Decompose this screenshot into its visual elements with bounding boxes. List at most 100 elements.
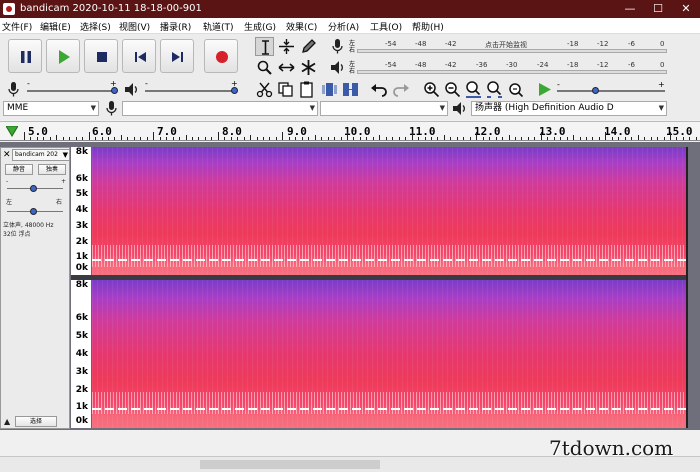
zoom-toggle-button[interactable] — [506, 80, 525, 99]
cut-button[interactable] — [255, 80, 274, 99]
menu-edit[interactable]: 编辑(E) — [40, 20, 71, 33]
playback-meter-button[interactable] — [328, 58, 347, 77]
track-name-menu[interactable]: bandicam 202 ▼ — [12, 149, 70, 161]
selection-tool[interactable] — [255, 37, 274, 56]
maximize-button[interactable]: ☐ — [644, 0, 672, 18]
ruler-tick — [682, 137, 684, 140]
fit-selection-button[interactable] — [464, 80, 483, 99]
monitor-hint[interactable]: 点击开始监视 — [485, 40, 527, 50]
draw-tool[interactable] — [299, 37, 318, 56]
stop-button[interactable] — [84, 39, 118, 73]
paste-button[interactable] — [297, 80, 316, 99]
ruler-tick — [49, 137, 51, 140]
spectrogram-right-channel[interactable] — [92, 280, 686, 428]
microphone-icon — [106, 101, 117, 116]
menu-effect[interactable]: 效果(C) — [286, 20, 317, 33]
mute-button[interactable]: 静音 — [5, 164, 33, 175]
undo-button[interactable] — [370, 80, 389, 99]
play-button[interactable] — [46, 39, 80, 73]
playback-meter[interactable]: -54 -48 -42 -36 -30 -24 -18 -12 -6 0 — [357, 60, 667, 76]
ruler-label: 9.0 — [287, 125, 307, 138]
multi-tool[interactable] — [299, 58, 318, 77]
ruler-tick — [482, 137, 484, 140]
ruler-tick — [411, 132, 413, 140]
ruler-tick — [250, 135, 252, 140]
menu-analyze[interactable]: 分析(A) — [328, 20, 359, 33]
silence-button[interactable] — [341, 80, 360, 99]
ruler-tick — [573, 135, 575, 140]
i-beam-icon — [262, 40, 269, 55]
gain-knob[interactable] — [30, 185, 37, 192]
ruler-tick — [179, 137, 181, 140]
select-track-button[interactable]: 选择 — [15, 416, 57, 427]
playhead-marker-icon[interactable] — [6, 126, 18, 137]
pause-button[interactable] — [8, 39, 42, 73]
title-bar: bandicam 2020-10-11 18-18-00-901 — ☐ ✕ — [0, 0, 700, 18]
collapse-track-icon[interactable]: ▲ — [4, 417, 10, 426]
skip-to-start-button[interactable] — [122, 39, 156, 73]
recording-channels-select[interactable]: ▼ — [320, 101, 448, 116]
menu-help[interactable]: 帮助(H) — [412, 20, 444, 33]
playback-volume-knob[interactable] — [231, 87, 238, 94]
menu-generate[interactable]: 生成(G) — [244, 20, 276, 33]
copy-button[interactable] — [276, 80, 295, 99]
spectrogram-left-channel[interactable] — [92, 147, 686, 275]
record-meter-button[interactable] — [328, 37, 347, 56]
playback-volume-slider[interactable] — [145, 90, 237, 92]
ruler-tick — [527, 137, 529, 140]
minimize-button[interactable]: — — [616, 0, 644, 18]
ruler-tick — [263, 137, 265, 140]
zoom-out-button[interactable] — [443, 80, 462, 99]
trim-button[interactable] — [320, 80, 339, 99]
redo-button[interactable] — [391, 80, 410, 99]
play-speed-slider[interactable] — [557, 90, 665, 92]
magnifier-icon — [257, 60, 272, 75]
pan-knob[interactable] — [30, 208, 37, 215]
ruler-tick — [43, 137, 45, 140]
ruler-tick — [405, 137, 407, 140]
meter-tick: -18 — [567, 61, 579, 69]
freq-label: 1k — [75, 252, 88, 262]
zoom-in-button[interactable] — [422, 80, 441, 99]
close-button[interactable]: ✕ — [672, 0, 700, 18]
menu-tracks[interactable]: 轨道(T) — [203, 20, 234, 33]
ruler-tick — [514, 137, 516, 140]
record-button[interactable] — [204, 39, 238, 73]
menu-tools[interactable]: 工具(O) — [370, 20, 402, 33]
skip-to-end-button[interactable] — [160, 39, 194, 73]
ruler-tick — [334, 137, 336, 140]
recording-volume-slider[interactable] — [27, 90, 117, 92]
frequency-scale-bottom[interactable]: 8k 6k 5k 4k 3k 2k 1k 0k — [71, 280, 92, 428]
zoom-tool[interactable] — [255, 58, 274, 77]
audio-host-select[interactable]: MME ▼ — [3, 101, 99, 116]
menu-file[interactable]: 文件(F) — [2, 20, 32, 33]
scrollbar-thumb[interactable] — [200, 460, 380, 469]
solo-button[interactable]: 独奏 — [38, 164, 66, 175]
chevron-down-icon: ▼ — [90, 104, 96, 112]
timeline-ruler[interactable]: 5.0 6.0 7.0 8.0 9.0 10.0 11.0 12.0 13.0 … — [0, 121, 700, 141]
menu-view[interactable]: 视图(V) — [119, 20, 150, 33]
menu-transport[interactable]: 播录(R) — [160, 20, 191, 33]
play-at-speed-button[interactable] — [535, 80, 554, 99]
ruler-tick — [230, 137, 232, 140]
menu-select[interactable]: 选择(S) — [80, 20, 111, 33]
record-meter[interactable]: -54 -48 -42 点击开始监视 -18 -12 -6 0 — [357, 39, 667, 55]
play-icon — [539, 83, 551, 96]
track-control-panel: ✕ bandicam 202 ▼ 静音 独奏 - + 左 右 立体声, 4800… — [0, 147, 70, 429]
recording-volume-knob[interactable] — [111, 87, 118, 94]
pencil-icon — [302, 39, 316, 53]
time-shift-tool[interactable] — [277, 58, 296, 77]
envelope-tool[interactable] — [277, 37, 296, 56]
playback-device-select[interactable]: 扬声器 (High Definition Audio D ▼ — [471, 101, 667, 116]
ruler-tick — [24, 132, 25, 140]
close-track-icon[interactable]: ✕ — [3, 150, 11, 160]
fit-project-button[interactable] — [485, 80, 504, 99]
ruler-tick — [534, 137, 536, 140]
ruler-tick — [372, 137, 374, 140]
ruler-tick — [120, 135, 122, 140]
recording-device-select[interactable]: ▼ — [122, 101, 318, 116]
meter-tick: -12 — [597, 40, 609, 48]
ruler-tick — [502, 137, 504, 140]
play-speed-knob[interactable] — [592, 87, 599, 94]
frequency-scale-top[interactable]: 8k 6k 5k 4k 3k 2k 1k 0k — [71, 147, 92, 275]
